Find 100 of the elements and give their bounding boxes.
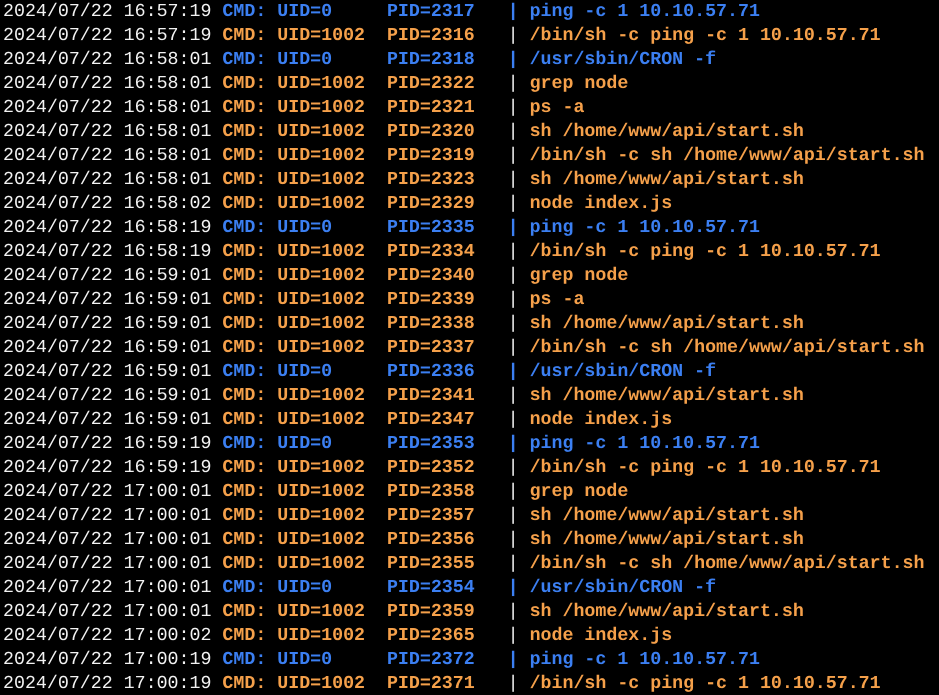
separator-text: | [508,601,519,624]
separator-text: | [508,337,519,360]
separator-text: | [508,73,519,96]
timestamp: 2024/07/22 17:00:01 [3,481,212,504]
command-text: ps -a [530,97,584,120]
timestamp: 2024/07/22 16:59:01 [3,265,212,288]
uid-text: UID=1002 [277,601,366,624]
cmd-label: CMD: [222,553,266,576]
timestamp: 2024/07/22 16:58:19 [3,217,212,240]
cmd-label: CMD: [222,169,266,192]
timestamp: 2024/07/22 16:58:01 [3,121,212,144]
uid-text: UID=1002 [277,385,366,408]
pid-text: PID=2337 [386,337,475,360]
command-text: ping -c 1 10.10.57.71 [530,433,760,456]
uid-text: UID=1002 [277,265,366,288]
cmd-label: CMD: [222,313,266,336]
separator-text: | [508,625,519,648]
separator-text: | [508,1,519,24]
cmd-label: CMD: [222,505,266,528]
separator-text: | [508,481,519,504]
command-text: node index.js [530,409,672,432]
command-text: node index.js [530,625,672,648]
uid-text: UID=1002 [277,337,366,360]
cmd-label: CMD: [222,265,266,288]
separator-text: | [508,553,519,576]
pid-text: PID=2355 [386,553,475,576]
timestamp: 2024/07/22 17:00:01 [3,505,212,528]
timestamp: 2024/07/22 16:57:19 [3,1,212,24]
separator-text: | [508,49,519,72]
separator-text: | [508,505,519,528]
timestamp: 2024/07/22 16:58:01 [3,73,212,96]
uid-text: UID=0 [277,577,332,600]
cmd-label: CMD: [222,73,266,96]
command-text: sh /home/www/api/start.sh [530,121,804,144]
separator-text: | [508,97,519,120]
timestamp: 2024/07/22 16:58:01 [3,145,212,168]
separator-text: | [508,265,519,288]
command-text: ping -c 1 10.10.57.71 [530,1,760,24]
timestamp: 2024/07/22 16:58:02 [3,193,212,216]
timestamp: 2024/07/22 16:59:01 [3,409,212,432]
uid-text: UID=1002 [277,193,366,216]
uid-text: UID=1002 [277,241,366,264]
timestamp: 2024/07/22 16:58:19 [3,241,212,264]
command-text: ps -a [530,289,584,312]
separator-text: | [508,169,519,192]
pid-text: PID=2341 [386,385,475,408]
uid-text: UID=0 [277,433,332,456]
separator-text: | [508,217,519,240]
cmd-label: CMD: [222,481,266,504]
pid-text: PID=2347 [386,409,475,432]
pid-text: PID=2321 [386,97,475,120]
cmd-label: CMD: [222,193,266,216]
uid-text: UID=1002 [277,529,366,552]
cmd-label: CMD: [222,625,266,648]
timestamp: 2024/07/22 17:00:01 [3,553,212,576]
timestamp: 2024/07/22 17:00:01 [3,577,212,600]
command-text: /bin/sh -c ping -c 1 10.10.57.71 [530,673,881,695]
uid-text: UID=1002 [277,481,366,504]
uid-text: UID=0 [277,649,332,672]
timestamp: 2024/07/22 16:59:19 [3,457,212,480]
uid-text: UID=1002 [277,145,366,168]
cmd-label: CMD: [222,289,266,312]
command-text: node index.js [530,193,672,216]
timestamp: 2024/07/22 16:58:01 [3,97,212,120]
separator-text: | [508,145,519,168]
uid-text: UID=1002 [277,121,366,144]
uid-text: UID=1002 [277,409,366,432]
command-text: /bin/sh -c ping -c 1 10.10.57.71 [530,25,881,48]
timestamp: 2024/07/22 16:58:01 [3,169,212,192]
timestamp: 2024/07/22 16:59:01 [3,385,212,408]
cmd-label: CMD: [222,385,266,408]
separator-text: | [508,313,519,336]
pid-text: PID=2352 [386,457,475,480]
pid-text: PID=2372 [386,649,475,672]
cmd-label: CMD: [222,145,266,168]
pid-text: PID=2320 [386,121,475,144]
uid-text: UID=1002 [277,73,366,96]
uid-text: UID=0 [277,1,332,24]
pid-text: PID=2359 [386,601,475,624]
command-text: sh /home/www/api/start.sh [530,601,804,624]
cmd-label: CMD: [222,409,266,432]
pid-text: PID=2318 [386,49,475,72]
cmd-label: CMD: [222,25,266,48]
pid-text: PID=2316 [386,25,475,48]
separator-text: | [508,409,519,432]
pid-text: PID=2338 [386,313,475,336]
command-text: /usr/sbin/CRON -f [530,49,716,72]
separator-text: | [508,529,519,552]
uid-text: UID=1002 [277,673,366,695]
command-text: sh /home/www/api/start.sh [530,529,804,552]
separator-text: | [508,649,519,672]
uid-text: UID=1002 [277,97,366,120]
cmd-label: CMD: [222,457,266,480]
uid-text: UID=1002 [277,505,366,528]
separator-text: | [508,433,519,456]
timestamp: 2024/07/22 16:58:01 [3,49,212,72]
command-text: sh /home/www/api/start.sh [530,385,804,408]
timestamp: 2024/07/22 16:59:01 [3,313,212,336]
cmd-label: CMD: [222,1,266,24]
cmd-label: CMD: [222,361,266,384]
